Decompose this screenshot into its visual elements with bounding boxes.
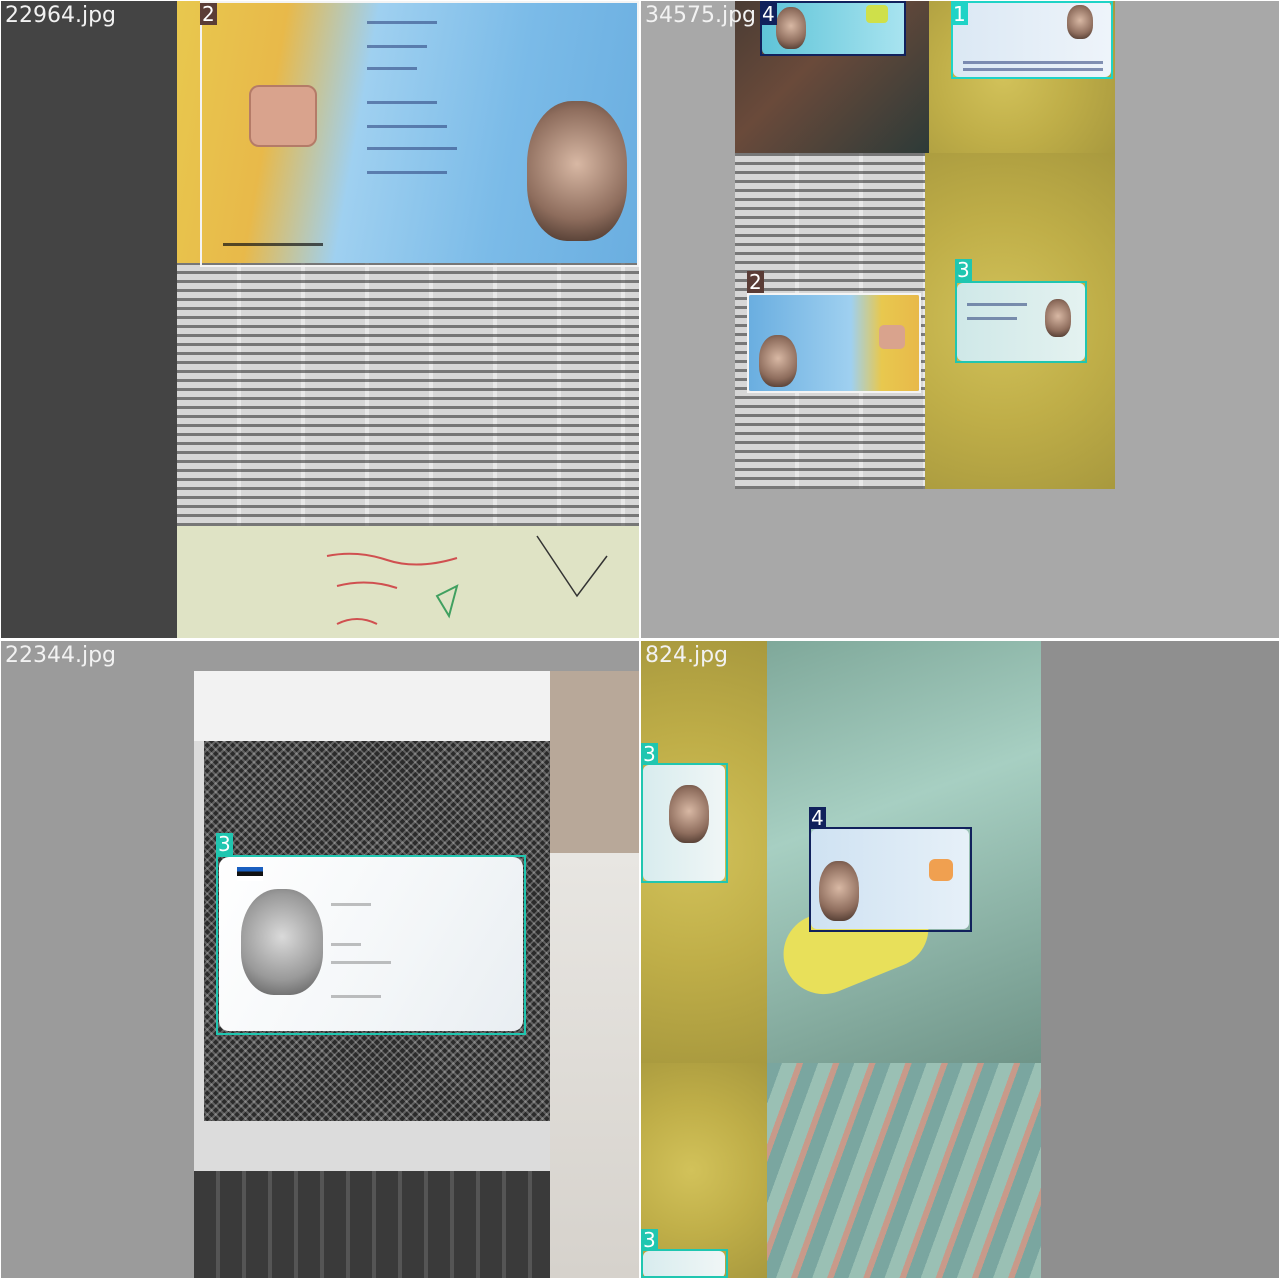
detection-label-2: 2 xyxy=(747,270,764,294)
photo-teal-fabric xyxy=(767,1063,1041,1278)
detection-box-4[interactable] xyxy=(809,827,972,932)
viewer-toolbar xyxy=(194,671,550,741)
detection-label-2: 2 xyxy=(200,2,217,26)
detection-label-1: 1 xyxy=(951,2,968,26)
image-tile-824[interactable]: 824.jpg 3 4 3 xyxy=(641,641,1279,1278)
laptop-keyboard xyxy=(194,1171,550,1278)
image-tile-22964[interactable]: 22964.jpg 2 xyxy=(1,1,639,638)
detection-label-3: 3 xyxy=(641,742,658,766)
image-tile-22344[interactable]: 22344.jpg 3 xyxy=(1,641,639,1278)
detection-label-3: 3 xyxy=(641,1228,658,1252)
detection-box-3[interactable] xyxy=(216,855,526,1035)
detection-box-1[interactable] xyxy=(951,1,1113,79)
detection-box-3[interactable] xyxy=(641,1249,728,1278)
tile-filename: 34575.jpg xyxy=(645,3,757,28)
tile-filename: 22964.jpg xyxy=(5,3,117,28)
photo-yellow-wall-bottom xyxy=(641,1063,767,1278)
tile-filename: 22344.jpg xyxy=(5,643,117,668)
detection-box-2[interactable] xyxy=(747,293,921,393)
detection-label-3: 3 xyxy=(955,258,972,282)
photo-newspaper-side xyxy=(550,671,639,1278)
detection-label-4: 4 xyxy=(760,2,777,26)
detection-box-3[interactable] xyxy=(955,281,1087,363)
photo-whiteboard xyxy=(177,526,639,638)
whiteboard-scribbles xyxy=(326,535,608,625)
detection-box-4[interactable] xyxy=(760,1,906,56)
mosaic-grid: 22964.jpg 2 34575.jpg 4 1 3 2 22344.jpg … xyxy=(0,0,1280,1280)
detection-label-3: 3 xyxy=(216,832,233,856)
detection-box-3[interactable] xyxy=(641,763,728,883)
detection-box-2[interactable] xyxy=(200,1,639,267)
image-tile-34575[interactable]: 34575.jpg 4 1 3 2 xyxy=(641,1,1279,638)
tile-filename: 824.jpg xyxy=(645,643,729,668)
detection-label-4: 4 xyxy=(809,806,826,830)
